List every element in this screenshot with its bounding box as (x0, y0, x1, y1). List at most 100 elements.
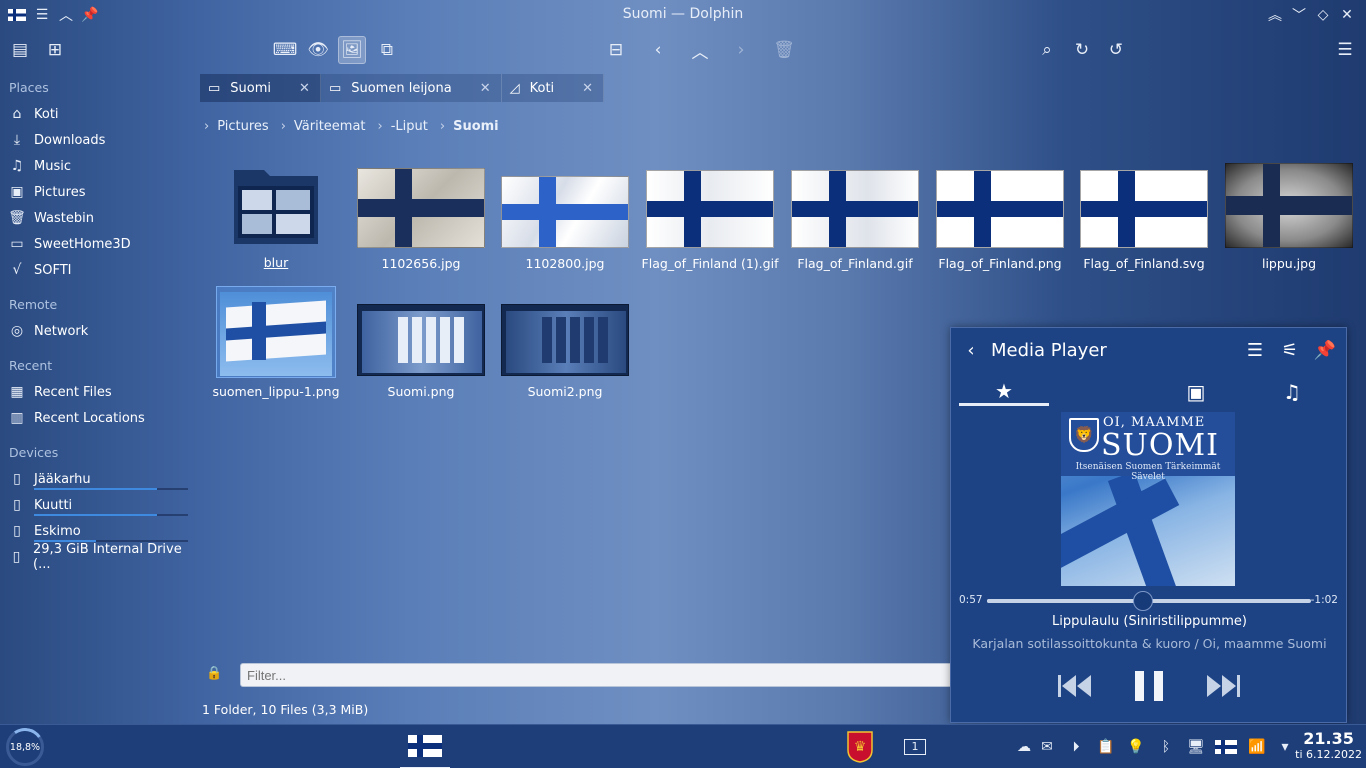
cpu-load-widget[interactable]: 18,8% (6, 728, 44, 766)
lightbulb-icon[interactable]: 💡 (1126, 737, 1146, 757)
seek-handle[interactable] (1132, 591, 1153, 611)
places-panel-icon[interactable]: ▤ (6, 36, 34, 64)
svg-text:♛: ♛ (854, 739, 867, 755)
wifi-icon[interactable]: 📶 (1247, 737, 1267, 757)
formula-icon: ◿ (509, 80, 520, 96)
network-icon: ◎ (10, 323, 24, 339)
weather-cloud-icon[interactable]: ☁ (1014, 737, 1034, 757)
keyboard-layout-flag-icon[interactable] (1214, 737, 1238, 757)
crumb-suomi[interactable]: Suomi (453, 119, 499, 134)
terminal-icon[interactable]: ⌨ (271, 36, 299, 64)
capacity-bar (34, 514, 188, 516)
tab-suomen-leijona[interactable]: ▭ Suomen leijona ✕ (320, 74, 502, 102)
screenshot-thumbnail (357, 304, 485, 376)
sidebar-item-softi[interactable]: √ SOFTI (8, 258, 194, 282)
digital-clock[interactable]: 21.35 ti 6.12.2022 (1295, 729, 1362, 761)
file-item[interactable]: blur (206, 160, 346, 270)
seek-slider[interactable] (987, 591, 1311, 611)
file-item[interactable]: 1102800.jpg (495, 160, 635, 271)
sidebar-item-internal-drive[interactable]: ▯ 29,3 GiB Internal Drive (... (8, 542, 194, 572)
sidebar-item-recent-locations[interactable]: ▥ Recent Locations (8, 406, 194, 430)
sidebar-item-sweethome3d[interactable]: ▭ SweetHome3D (8, 232, 194, 256)
back-icon[interactable]: ‹ (644, 36, 672, 64)
file-item[interactable]: Flag_of_Finland (1).gif (640, 160, 780, 271)
forward-icon[interactable]: › (727, 36, 755, 64)
tab-koti[interactable]: ◿ Koti ✕ (501, 74, 605, 102)
device-player-icon[interactable]: ▣ (1151, 378, 1241, 406)
sidebar-item-recent-files[interactable]: ▦ Recent Files (8, 380, 194, 404)
sidebar-item-pictures[interactable]: ▣ Pictures (8, 180, 194, 204)
filter-input[interactable] (240, 663, 960, 687)
chevron-right-icon: › (377, 118, 383, 134)
delete-icon[interactable]: 🗑 (770, 36, 798, 64)
undo-icon[interactable]: ↺ (1102, 36, 1130, 64)
sidebar-item-wastebin[interactable]: 🗑 Wastebin (8, 206, 194, 230)
window-title: Suomi — Dolphin (622, 6, 744, 22)
pin-icon[interactable]: 📌 (1313, 338, 1337, 362)
minimize-icon[interactable]: ﹀ (1290, 6, 1308, 24)
reload-icon[interactable]: ↻ (1068, 36, 1096, 64)
file-item[interactable]: Flag_of_Finland.svg (1074, 160, 1214, 271)
back-arrow-icon[interactable]: ‹ (959, 338, 983, 362)
taskbar: 18,8% ♛ 1 ☁ ✉ ⏵ 📋 💡 ᛒ 🖥 📶 ▾ 21.35 ti 6.1… (0, 724, 1366, 768)
hamburger-menu-icon[interactable]: ☰ (1331, 36, 1359, 64)
tray-expand-icon[interactable]: ▾ (1275, 737, 1295, 757)
media-player-title: Media Player (991, 340, 1107, 361)
crumb-pictures[interactable]: Pictures (217, 119, 268, 134)
music-note-icon[interactable]: ♫ (1247, 378, 1337, 406)
flag-thumbnail (220, 292, 332, 376)
crumb-variteemat[interactable]: Väriteemat (294, 119, 366, 134)
lock-icon[interactable]: 🔒 (206, 666, 222, 681)
previous-track-icon[interactable] (1057, 668, 1093, 704)
clipboard-icon[interactable]: 📋 (1096, 737, 1116, 757)
new-tab-icon[interactable]: ⊞ (41, 36, 69, 64)
favorites-star-icon[interactable]: ★ (959, 378, 1049, 406)
close-tab-icon[interactable]: ✕ (480, 81, 491, 96)
media-play-icon[interactable]: ⏵ (1066, 737, 1086, 757)
preview-icon[interactable]: 👁 (304, 36, 332, 64)
taskbar-dolphin-flag-icon[interactable] (400, 725, 450, 768)
file-item[interactable]: suomen_lippu-1.png (206, 290, 346, 400)
close-tab-icon[interactable]: ✕ (299, 81, 310, 96)
pictures-icon: ▣ (10, 184, 24, 200)
section-places: Places (9, 80, 49, 95)
copy-location-icon[interactable]: ⧉ (373, 36, 401, 64)
maximize-icon[interactable]: ◇ (1314, 6, 1332, 24)
sidebar-item-network[interactable]: ◎ Network (8, 319, 194, 343)
close-tab-icon[interactable]: ✕ (582, 81, 593, 96)
sidebar-item-koti[interactable]: ⌂ Koti (8, 102, 194, 126)
sidebar-item-music[interactable]: ♫ Music (8, 154, 194, 178)
menu-icon[interactable]: ☰ (1243, 338, 1267, 362)
coat-of-arms-icon[interactable]: ♛ (844, 725, 876, 768)
track-title: Lippulaulu (Siniristilippumme) (1052, 614, 1247, 629)
display-icon[interactable]: 🖥 (1186, 737, 1206, 757)
crumb-liput[interactable]: -Liput (391, 119, 428, 134)
pause-icon[interactable] (1131, 668, 1167, 704)
image-view-icon[interactable]: 🖼 (338, 36, 366, 64)
title-bar: ☰ ︿ 📌 Suomi — Dolphin ︽ ﹀ ◇ ✕ (0, 0, 1366, 30)
flag-thumbnail (936, 170, 1064, 248)
settings-sliders-icon[interactable]: ⚟ (1278, 338, 1302, 362)
up-icon[interactable]: ︿ (686, 36, 714, 64)
file-item[interactable]: 1102656.jpg (351, 160, 491, 271)
elapsed-time: 0:57 (959, 594, 983, 606)
tab-suomi[interactable]: ▭ Suomi ✕ (200, 74, 321, 102)
mail-icon[interactable]: ✉ (1037, 737, 1057, 757)
formula-icon: √ (12, 262, 22, 278)
file-item[interactable]: lippu.jpg (1219, 160, 1359, 271)
sidebar-item-downloads[interactable]: ⤓ Downloads (8, 128, 194, 152)
close-icon[interactable]: ✕ (1338, 6, 1356, 24)
next-track-icon[interactable] (1205, 668, 1241, 704)
shade-icon[interactable]: ︽ (1266, 6, 1284, 24)
file-item[interactable]: Suomi.png (351, 290, 491, 400)
file-item[interactable]: Flag_of_Finland.gif (785, 160, 925, 271)
file-item[interactable]: Suomi2.png (495, 290, 635, 400)
bluetooth-icon[interactable]: ᛒ (1156, 737, 1176, 757)
file-item[interactable]: Flag_of_Finland.png (930, 160, 1070, 271)
virtual-desktop-pager[interactable]: 1 (902, 725, 928, 768)
split-view-icon[interactable]: ⊟ (602, 36, 630, 64)
track-artist-album: Karjalan sotilassoittokunta & kuoro / Oi… (972, 636, 1327, 651)
filter-bar: 🔒 (200, 660, 960, 690)
search-icon[interactable]: ⌕ (1033, 36, 1061, 64)
status-bar-text: 1 Folder, 10 Files (3,3 MiB) (202, 702, 369, 717)
